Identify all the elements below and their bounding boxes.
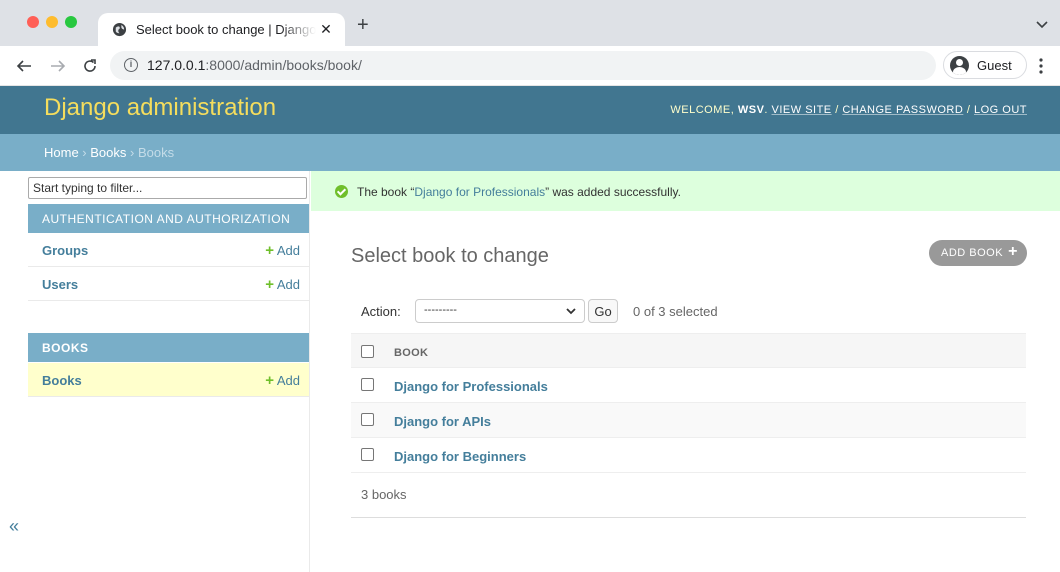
add-book-link[interactable]: + Add <box>265 372 300 389</box>
paginator: 3 books <box>351 474 1026 518</box>
breadcrumb-app[interactable]: Books <box>90 145 126 160</box>
add-group-link[interactable]: + Add <box>265 242 300 259</box>
reload-icon[interactable] <box>82 58 98 74</box>
breadcrumb-separator: › <box>126 145 138 160</box>
browser-toolbar: i 127.0.0.1:8000/admin/books/book/ Guest <box>0 46 1060 86</box>
plus-icon: + <box>1008 243 1018 260</box>
main-content: The book “Django for Professionals” was … <box>311 171 1060 572</box>
sidebar-filter-input[interactable] <box>28 177 307 199</box>
sidebar-item-books[interactable]: Books + Add <box>28 363 309 397</box>
breadcrumb-trail: Home › Books › Books <box>44 145 174 160</box>
sidebar-collapse-toggle[interactable]: « <box>9 516 19 537</box>
url-host: 127.0.0.1 <box>147 57 206 73</box>
site-brand[interactable]: Django administration <box>44 94 276 122</box>
breadcrumb-separator: › <box>78 145 91 160</box>
row-checkbox[interactable] <box>361 378 374 391</box>
plus-icon: + <box>265 276 274 293</box>
table-row: Django for Professionals <box>351 368 1026 403</box>
sidebar-item-label[interactable]: Users <box>42 277 78 292</box>
address-bar[interactable]: i 127.0.0.1:8000/admin/books/book/ <box>110 51 936 80</box>
success-message-text: The book “Django for Professionals” was … <box>357 185 681 199</box>
separator: / <box>831 104 843 116</box>
log-out-link[interactable]: Log out <box>974 104 1027 116</box>
breadcrumb: Home › Books › Books <box>0 134 1060 171</box>
book-link[interactable]: Django for Beginners <box>394 449 526 464</box>
sidebar-item-users[interactable]: Users + Add <box>28 267 309 301</box>
tab-search-chevron-icon[interactable] <box>1036 21 1048 29</box>
action-select[interactable]: --------- <box>415 299 585 323</box>
username: WSV <box>737 104 765 116</box>
page-title: Select book to change <box>351 245 549 267</box>
tab-title: Select book to change | Django site admi… <box>136 22 316 37</box>
result-count: 3 books <box>361 487 407 502</box>
view-site-link[interactable]: View site <box>772 104 832 116</box>
browser-tab-bar: Select book to change | Django site admi… <box>0 0 1060 46</box>
breadcrumb-home[interactable]: Home <box>44 145 79 160</box>
url-text[interactable]: 127.0.0.1:8000/admin/books/book/ <box>147 57 362 73</box>
browser-tab-active[interactable]: Select book to change | Django site admi… <box>98 13 345 46</box>
tab-close-icon[interactable]: ✕ <box>318 21 334 38</box>
change-password-link[interactable]: Change password <box>842 104 963 116</box>
admin-header: Django administration Welcome, WSV. View… <box>0 86 1060 134</box>
success-check-icon <box>335 185 348 198</box>
table-header: Book <box>351 333 1026 368</box>
plus-icon: + <box>265 372 274 389</box>
add-user-link[interactable]: + Add <box>265 276 300 293</box>
new-tab-button[interactable]: + <box>357 15 369 35</box>
added-book-link[interactable]: Django for Professionals <box>414 185 545 199</box>
action-select-value: --------- <box>424 304 457 316</box>
add-book-button[interactable]: Add book + <box>929 240 1027 266</box>
forward-arrow-icon[interactable] <box>50 58 66 74</box>
sidebar-item-label[interactable]: Groups <box>42 243 88 258</box>
select-all-checkbox[interactable] <box>361 345 374 358</box>
module-caption-books[interactable]: Books <box>28 333 309 362</box>
row-checkbox[interactable] <box>361 413 374 426</box>
globe-icon <box>112 22 127 37</box>
action-label: Action: <box>361 304 401 319</box>
nav-sidebar: Authentication and Authorization Groups … <box>0 171 310 572</box>
plus-icon: + <box>265 242 274 259</box>
user-tools: Welcome, WSV. View site / Change passwor… <box>670 104 1027 116</box>
sidebar-item-label[interactable]: Books <box>42 373 82 388</box>
kebab-menu-icon[interactable] <box>1039 58 1043 74</box>
profile-label: Guest <box>977 58 1012 73</box>
actions-bar: Action: --------- Go 0 of 3 selected <box>351 291 1026 333</box>
sidebar-item-groups[interactable]: Groups + Add <box>28 233 309 267</box>
info-icon[interactable]: i <box>124 58 138 72</box>
row-checkbox[interactable] <box>361 448 374 461</box>
success-message: The book “Django for Professionals” was … <box>311 171 1060 211</box>
separator: / <box>963 104 974 116</box>
user-avatar-icon <box>950 56 969 75</box>
breadcrumb-current: Books <box>137 145 175 160</box>
book-link[interactable]: Django for APIs <box>394 414 491 429</box>
window-minimize-button[interactable] <box>46 16 58 28</box>
add-book-button-label: Add book <box>941 247 1004 259</box>
profile-button[interactable]: Guest <box>943 51 1027 79</box>
module-caption-auth[interactable]: Authentication and Authorization <box>28 204 309 233</box>
window-zoom-button[interactable] <box>65 16 77 28</box>
welcome-text: Welcome, <box>670 104 738 116</box>
go-button[interactable]: Go <box>588 299 618 323</box>
column-header-book[interactable]: Book <box>394 347 428 359</box>
selected-count: 0 of 3 selected <box>633 304 718 319</box>
url-path: :8000/admin/books/book/ <box>205 57 362 73</box>
chevron-down-icon <box>566 308 576 315</box>
window-close-button[interactable] <box>27 16 39 28</box>
book-link[interactable]: Django for Professionals <box>394 379 548 394</box>
table-row: Django for Beginners <box>351 438 1026 473</box>
back-arrow-icon[interactable] <box>16 58 32 74</box>
table-row: Django for APIs <box>351 403 1026 438</box>
